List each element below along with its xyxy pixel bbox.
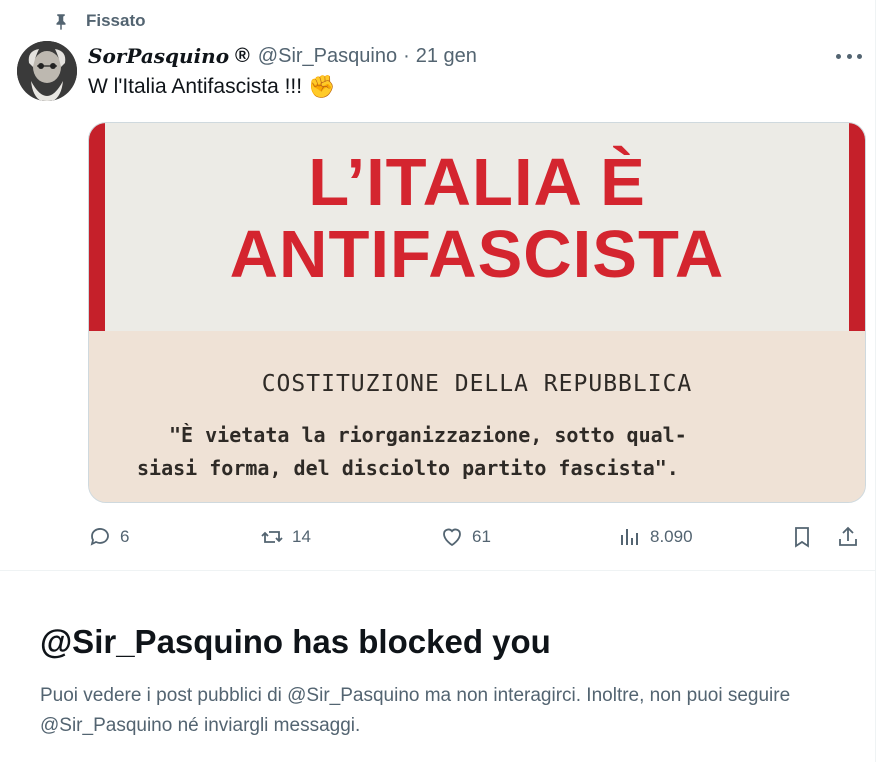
tweet-header: SorPasquino ® @Sir_Pasquino · 21 gen: [88, 43, 866, 69]
pinned-indicator: Fissato: [52, 10, 146, 32]
poster-subtitle: COSTITUZIONE DELLA REPUBBLICA: [261, 371, 693, 397]
views-button[interactable]: 8.090: [618, 524, 693, 550]
poster-quote-line1: "È vietata la riorganizzazione, sotto qu…: [169, 423, 687, 447]
repost-icon: [261, 531, 283, 543]
more-dot: [857, 53, 862, 59]
avatar-portrait: [17, 41, 77, 101]
bookmark-icon: [795, 527, 809, 548]
reply-button[interactable]: 6: [88, 524, 129, 550]
blocked-title: @Sir_Pasquino has blocked you: [40, 623, 551, 660]
heart-icon: [443, 528, 461, 547]
like-count: 61: [472, 527, 491, 546]
more-dot: [836, 53, 841, 59]
poster-quote-line2: siasi forma, del disciolto partito fasci…: [137, 456, 679, 480]
tweet-image[interactable]: L’ITALIA È ANTIFASCISTA COSTITUZIONE DEL…: [88, 122, 866, 503]
analytics-icon: [621, 529, 638, 545]
like-button[interactable]: 61: [440, 524, 491, 550]
fist-emoji-icon: ✊: [308, 74, 336, 99]
share-icon: [839, 526, 857, 546]
more-options-button[interactable]: [836, 46, 862, 66]
tweet-text: W l'Italia Antifascista !!! ✊: [88, 74, 336, 100]
tweet-actions: 6 14 61 8.090: [88, 524, 864, 550]
pinned-label: Fissato: [86, 11, 146, 30]
avatar[interactable]: [17, 41, 77, 101]
section-divider: [0, 570, 876, 571]
timeline-border: [875, 0, 876, 762]
more-dot: [846, 53, 852, 59]
repost-button[interactable]: 14: [260, 524, 311, 550]
views-count: 8.090: [650, 527, 693, 546]
author-handle[interactable]: @Sir_Pasquino: [258, 45, 397, 68]
author-name[interactable]: SorPasquino: [88, 44, 229, 68]
reply-icon: [90, 528, 109, 546]
reply-count: 6: [120, 527, 130, 546]
poster-headline-line1: L’ITALIA È: [308, 145, 646, 220]
pin-icon: [56, 14, 66, 30]
tweet-date[interactable]: 21 gen: [416, 45, 477, 68]
author-badge: ®: [235, 44, 250, 67]
tweet-body: W l'Italia Antifascista !!!: [88, 75, 303, 98]
bookmark-button[interactable]: [790, 524, 822, 550]
repost-count: 14: [292, 527, 311, 546]
poster-headline-line2: ANTIFASCISTA: [229, 217, 725, 292]
separator: ·: [403, 44, 410, 67]
share-button[interactable]: [836, 524, 868, 550]
blocked-description: Puoi vedere i post pubblici di @Sir_Pasq…: [40, 685, 791, 736]
